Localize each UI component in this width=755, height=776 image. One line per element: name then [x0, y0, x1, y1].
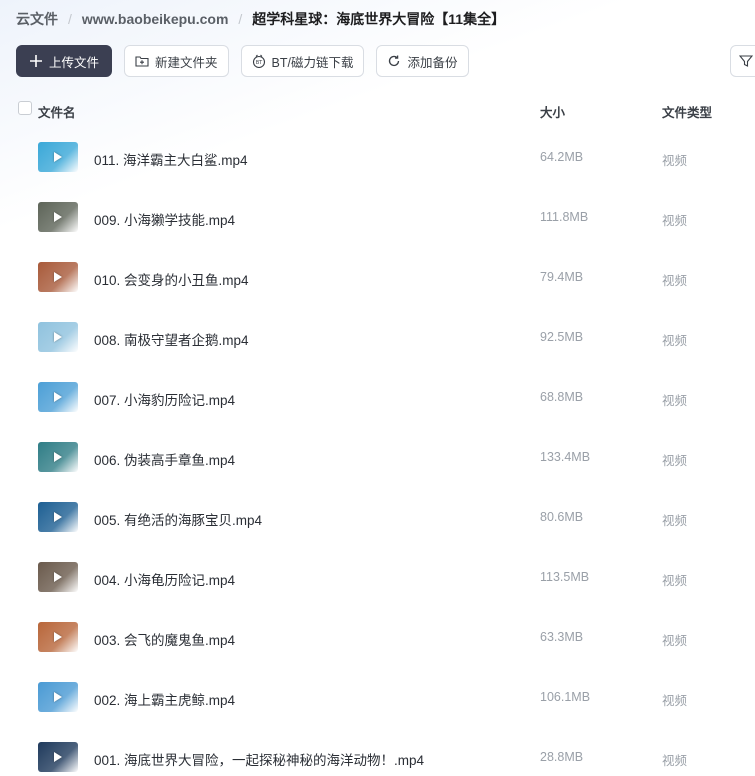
- file-size: 28.8MB: [540, 750, 584, 764]
- bt-icon: BT: [252, 54, 265, 68]
- file-type: 视频: [662, 394, 688, 408]
- play-icon: [54, 152, 62, 162]
- file-name[interactable]: 002. 海上霸主虎鲸.mp4: [94, 689, 235, 709]
- file-type: 视频: [662, 694, 688, 708]
- file-row[interactable]: 005. 有绝活的海豚宝贝.mp4 80.6MB 视频: [0, 487, 755, 547]
- file-size: 79.4MB: [540, 270, 584, 284]
- file-size: 133.4MB: [540, 450, 591, 464]
- play-icon: [54, 752, 62, 762]
- video-thumbnail[interactable]: [38, 682, 78, 712]
- play-icon: [54, 512, 62, 522]
- file-size: 80.6MB: [540, 510, 584, 524]
- file-name[interactable]: 009. 小海獭学技能.mp4: [94, 209, 235, 229]
- filter-button[interactable]: [730, 45, 755, 77]
- file-type: 视频: [662, 334, 688, 348]
- file-name[interactable]: 001. 海底世界大冒险，一起探秘神秘的海洋动物！.mp4: [94, 749, 424, 769]
- play-icon: [54, 212, 62, 222]
- file-name[interactable]: 005. 有绝活的海豚宝贝.mp4: [94, 509, 262, 529]
- video-thumbnail[interactable]: [38, 142, 78, 172]
- breadcrumb-site[interactable]: www.baobeikepu.com: [82, 11, 229, 27]
- file-size: 111.8MB: [540, 210, 589, 224]
- file-type: 视频: [662, 514, 688, 528]
- file-type: 视频: [662, 454, 688, 468]
- file-type: 视频: [662, 274, 688, 288]
- file-row[interactable]: 007. 小海豹历险记.mp4 68.8MB 视频: [0, 367, 755, 427]
- breadcrumb: 云文件 / www.baobeikepu.com / 超学科星球：海底世界大冒险…: [16, 8, 505, 30]
- video-thumbnail[interactable]: [38, 322, 78, 352]
- video-thumbnail[interactable]: [38, 742, 78, 772]
- add-backup-button[interactable]: 添加备份: [376, 45, 469, 77]
- plus-icon: [30, 55, 42, 67]
- file-name[interactable]: 011. 海洋霸主大白鲨.mp4: [94, 149, 248, 169]
- column-header-size[interactable]: 大小: [540, 102, 565, 121]
- file-row[interactable]: 009. 小海獭学技能.mp4 111.8MB 视频: [0, 187, 755, 247]
- file-size: 106.1MB: [540, 690, 591, 704]
- file-name[interactable]: 008. 南极守望者企鹅.mp4: [94, 329, 249, 349]
- file-row[interactable]: 003. 会飞的魔鬼鱼.mp4 63.3MB 视频: [0, 607, 755, 667]
- new-folder-button[interactable]: 新建文件夹: [124, 45, 229, 77]
- play-icon: [54, 392, 62, 402]
- file-name[interactable]: 003. 会飞的魔鬼鱼.mp4: [94, 629, 235, 649]
- video-thumbnail[interactable]: [38, 562, 78, 592]
- breadcrumb-separator: /: [68, 11, 72, 27]
- file-list: 011. 海洋霸主大白鲨.mp4 64.2MB 视频 009. 小海獭学技能.mp4 1…: [0, 127, 755, 776]
- folder-add-icon: [135, 56, 149, 67]
- video-thumbnail[interactable]: [38, 502, 78, 532]
- video-thumbnail[interactable]: [38, 442, 78, 472]
- file-row[interactable]: 001. 海底世界大冒险，一起探秘神秘的海洋动物！.mp4 28.8MB 视频: [0, 727, 755, 776]
- file-size: 68.8MB: [540, 390, 584, 404]
- refresh-icon: [389, 55, 400, 67]
- file-name[interactable]: 007. 小海豹历险记.mp4: [94, 389, 235, 409]
- table-header: 文件名 大小 文件类型: [0, 96, 755, 122]
- file-row[interactable]: 008. 南极守望者企鹅.mp4 92.5MB 视频: [0, 307, 755, 367]
- file-type: 视频: [662, 214, 688, 228]
- file-size: 92.5MB: [540, 330, 584, 344]
- bt-download-button-label: BT/磁力链下载: [271, 55, 354, 70]
- select-all-checkbox[interactable]: [18, 101, 32, 115]
- breadcrumb-separator: /: [238, 11, 243, 27]
- file-row[interactable]: 002. 海上霸主虎鲸.mp4 106.1MB 视频: [0, 667, 755, 727]
- svg-text:BT: BT: [255, 60, 262, 66]
- play-icon: [54, 332, 62, 342]
- filter-icon: [739, 55, 753, 67]
- play-icon: [54, 272, 62, 282]
- file-size: 113.5MB: [540, 570, 590, 584]
- upload-button[interactable]: 上传文件: [16, 45, 113, 77]
- toolbar: 上传文件 新建文件夹 BT BT/磁力链下载 添加备份: [16, 45, 469, 77]
- file-row[interactable]: 011. 海洋霸主大白鲨.mp4 64.2MB 视频: [0, 127, 755, 187]
- breadcrumb-current: 超学科星球：海底世界大冒险【11集全】: [252, 11, 506, 27]
- play-icon: [54, 452, 62, 462]
- add-backup-button-label: 添加备份: [407, 55, 458, 70]
- upload-button-label: 上传文件: [49, 55, 100, 70]
- video-thumbnail[interactable]: [38, 382, 78, 412]
- file-row[interactable]: 010. 会变身的小丑鱼.mp4 79.4MB 视频: [0, 247, 755, 307]
- new-folder-button-label: 新建文件夹: [155, 55, 218, 70]
- column-header-name[interactable]: 文件名: [38, 102, 76, 121]
- play-icon: [54, 632, 62, 642]
- file-size: 63.3MB: [540, 630, 584, 644]
- bt-download-button[interactable]: BT BT/磁力链下载: [240, 45, 365, 77]
- play-icon: [54, 692, 62, 702]
- file-type: 视频: [662, 574, 688, 588]
- column-header-type[interactable]: 文件类型: [662, 102, 712, 121]
- file-type: 视频: [662, 754, 688, 768]
- file-size: 64.2MB: [540, 150, 584, 164]
- file-name[interactable]: 010. 会变身的小丑鱼.mp4: [94, 269, 249, 289]
- file-type: 视频: [662, 154, 688, 168]
- breadcrumb-root[interactable]: 云文件: [16, 9, 58, 29]
- play-icon: [54, 572, 62, 582]
- file-row[interactable]: 006. 伪装高手章鱼.mp4 133.4MB 视频: [0, 427, 755, 487]
- file-row[interactable]: 004. 小海龟历险记.mp4 113.5MB 视频: [0, 547, 755, 607]
- file-type: 视频: [662, 634, 688, 648]
- file-name[interactable]: 004. 小海龟历险记.mp4: [94, 569, 235, 589]
- video-thumbnail[interactable]: [38, 262, 78, 292]
- video-thumbnail[interactable]: [38, 202, 78, 232]
- video-thumbnail[interactable]: [38, 622, 78, 652]
- file-name[interactable]: 006. 伪装高手章鱼.mp4: [94, 449, 235, 469]
